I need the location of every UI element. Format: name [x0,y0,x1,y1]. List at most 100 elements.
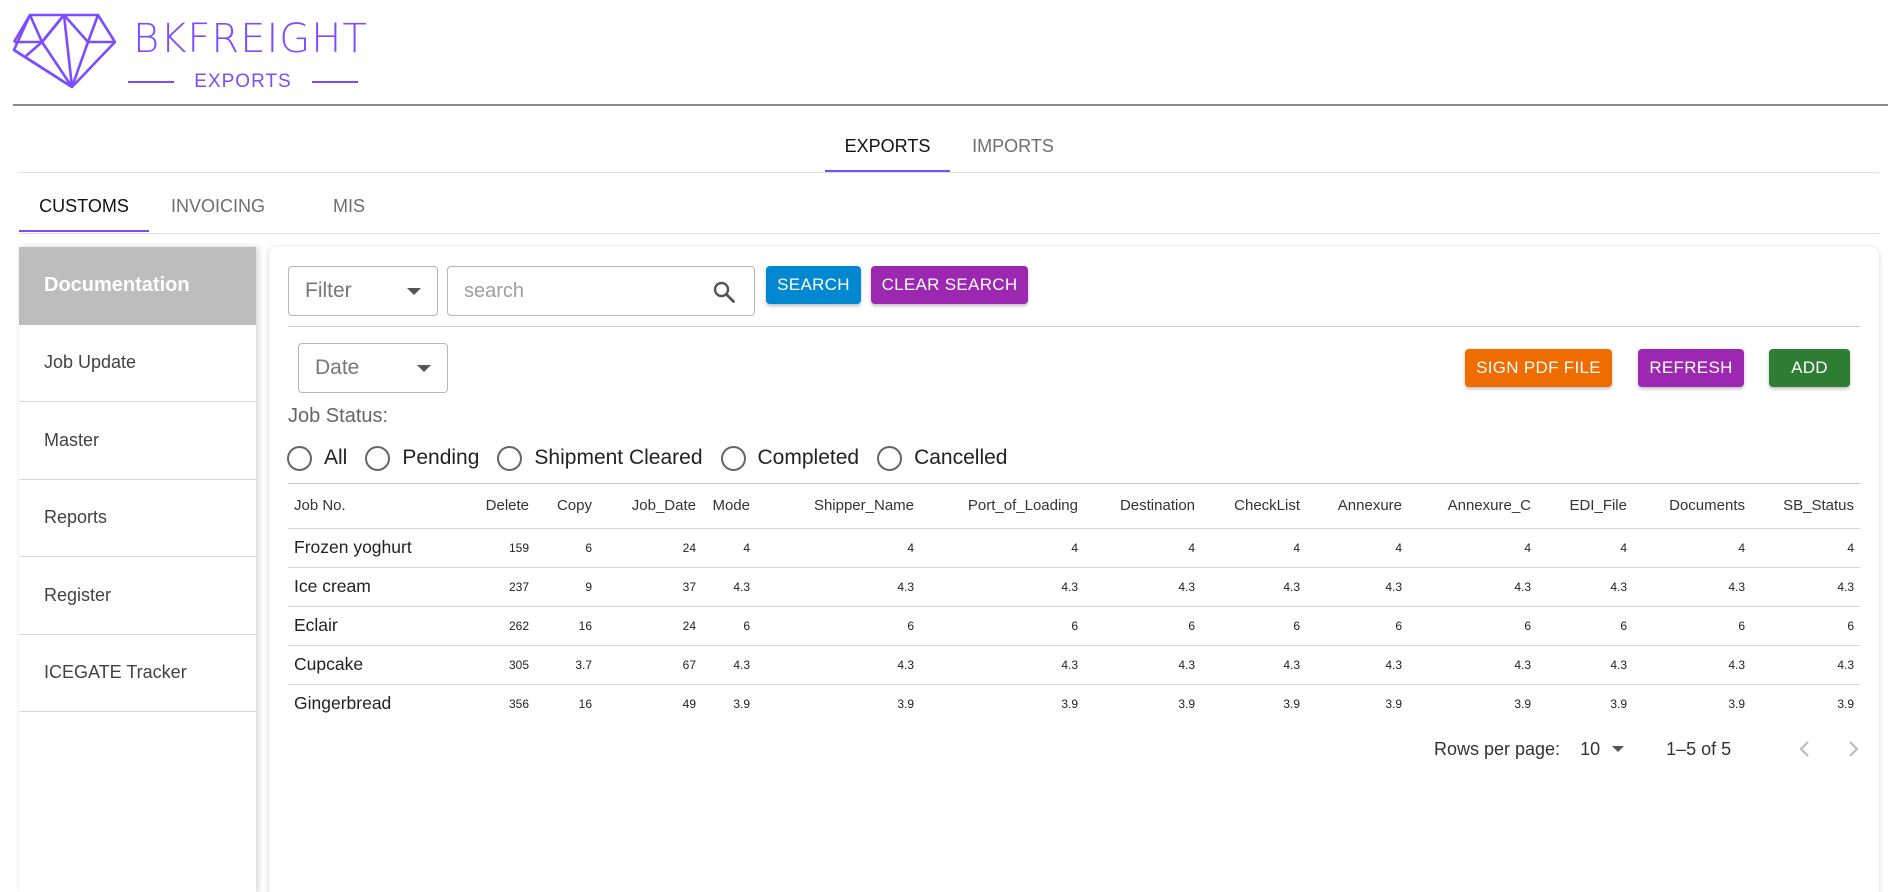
table-cell: 3.9 [1178,696,1195,711]
table-cell: 24 [598,528,702,568]
table-cell: 4.3 [1306,567,1408,607]
chevron-left-icon [1799,741,1809,757]
table-cell: Eclair [288,606,468,646]
radio-circle[interactable] [877,445,903,471]
column-header[interactable]: Documents [1633,484,1751,529]
radio-circle[interactable] [497,445,523,471]
table-row[interactable]: Cupcake 305 3.7 67 4.3 4.3 4.3 4.3 4.3 4.3 4.3 4.3 4… [288,645,1860,685]
column-header[interactable]: Delete [468,484,535,529]
radio-circle[interactable] [720,445,746,471]
tab-exports-label: EXPORTS [844,135,931,156]
add-button[interactable]: ADD [1769,349,1850,387]
table-cell: 3.9 [897,696,914,711]
tab-exports[interactable]: EXPORTS [825,120,950,172]
previous-page-button[interactable] [1791,735,1819,763]
table-cell: 6 [1751,606,1860,646]
job-status-label: Job Status: [288,405,389,427]
search-icon[interactable] [712,280,736,304]
search-input[interactable] [464,277,704,305]
table-cell: 67 [598,645,702,685]
column-header[interactable]: CheckList [1201,484,1306,529]
sidebar-item-icegate-tracker[interactable]: ICEGATE Tracker [19,635,256,712]
table-cell: 159 [468,528,535,568]
table-row[interactable]: Gingerbread 356 16 49 3.9 3.9 3.9 3.9 3.9 3.9 3.9 3… [288,684,1860,723]
tab-mis[interactable]: MIS [287,180,411,232]
sidebar-item-reports[interactable]: Reports [19,480,256,557]
table-cell: 37 [598,567,702,607]
table-row[interactable]: Frozen yoghurt 159 6 24 4 4 4 4 4 4 4 4 4 4 [288,528,1860,568]
table-body: Frozen yoghurt 159 6 24 4 4 4 4 4 4 4 4 4 4 Ice cream 2… [288,528,1860,723]
table-row[interactable]: Eclair 262 16 24 6 6 6 6 6 6 6 6 6 6 [288,606,1860,646]
tab-invoicing[interactable]: INVOICING [149,180,287,232]
table-row[interactable]: Ice cream 237 9 37 4.3 4.3 4.3 4.3 4.3 4.3 4.3 4.3 4… [288,567,1860,607]
table-cell: 4 [1537,528,1633,568]
table-cell: 4 [1201,528,1306,568]
table-cell: 3.9 [1385,696,1402,711]
table-cell: 3.9 [733,696,750,711]
table-cell: 6 [1084,606,1201,646]
sidebar-item-label: Job Update [44,352,137,373]
column-header[interactable]: Destination [1084,484,1201,529]
tab-customs-label: CUSTOMS [39,195,129,216]
table-cell: 16 [578,696,592,711]
tab-mis-label: MIS [332,195,365,216]
table-cell: 237 [468,567,535,607]
column-header[interactable]: Copy [535,484,598,529]
radio-cancelled[interactable]: Cancelled [877,445,1007,471]
sidebar-item-documentation[interactable]: Documentation [19,247,256,325]
column-header[interactable]: Annexure_C [1408,484,1537,529]
sidebar-item-label: Register [44,584,112,605]
job-status-radio-group: All Pending Shipment Cleared Completed C… [287,443,1025,473]
sidebar-item-master[interactable]: Master [19,402,256,480]
table-cell: 356 [508,696,529,711]
table-cell: 49 [682,696,696,711]
brand-name: BKFREIGHT [133,16,368,62]
column-header[interactable]: Port_of_Loading [920,484,1084,529]
sign-pdf-button[interactable]: SIGN PDF FILE [1465,349,1612,387]
column-header[interactable]: Job No. [288,484,468,529]
table-cell: 6 [920,606,1084,646]
table-cell: 4 [920,528,1084,568]
table-cell: 4.3 [1751,645,1860,685]
table-cell: 4 [1408,528,1537,568]
rows-per-page-select[interactable]: 10 [1580,739,1625,760]
table-cell: 6 [1306,606,1408,646]
radio-circle[interactable] [287,445,312,471]
radio-circle[interactable] [365,445,391,471]
radio-shipment-cleared[interactable]: Shipment Cleared [497,445,703,471]
search-field[interactable] [447,266,755,316]
subtitle-left-line [128,81,175,83]
search-button[interactable]: SEARCH [766,266,861,304]
filter-select[interactable]: Filter [288,266,438,316]
table-cell: 3.9 [1728,696,1745,711]
column-header[interactable]: SB_Status [1751,484,1860,529]
tab-customs[interactable]: CUSTOMS [19,180,149,232]
column-header[interactable]: Mode [702,484,756,529]
table-cell: 4 [1633,528,1751,568]
pagination: Rows per page: 10 1–5 of 5 [1434,733,1867,765]
column-header[interactable]: Shipper_Name [756,484,920,529]
refresh-button[interactable]: REFRESH [1638,349,1744,387]
brand-subtitle-text: EXPORTS [194,71,292,92]
radio-completed[interactable]: Completed [720,445,859,471]
radio-all[interactable]: All [287,445,347,471]
column-header[interactable]: Annexure [1306,484,1408,529]
subtitle-right-line [311,81,358,83]
clear-search-button[interactable]: CLEAR SEARCH [871,266,1028,304]
column-header[interactable]: EDI_File [1537,484,1633,529]
sidebar: Documentation Job Update Master Reports … [19,247,256,892]
top-tabs: EXPORTS IMPORTS [825,120,1076,172]
next-page-button[interactable] [1839,735,1867,763]
chevron-right-icon [1849,741,1859,757]
chevron-down-icon [407,288,421,295]
table-cell: 4.3 [1408,645,1537,685]
tab-imports[interactable]: IMPORTS [950,120,1076,172]
date-select-value: Date [315,356,360,379]
date-select[interactable]: Date [298,343,448,393]
radio-pending[interactable]: Pending [365,445,479,471]
table-cell: 6 [535,528,598,568]
sidebar-item-job-update[interactable]: Job Update [19,325,256,402]
column-header[interactable]: Job_Date [598,484,702,529]
sidebar-item-register[interactable]: Register [19,557,256,635]
table-cell: 4 [756,528,920,568]
